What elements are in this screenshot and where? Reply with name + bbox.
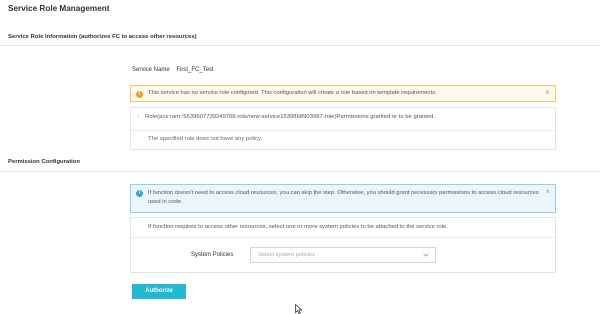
no-policy-text: The specified role does not have any pol… <box>148 136 263 142</box>
skip-step-info: i If function doesn't need to access clo… <box>130 184 556 213</box>
service-name-row: Service Name First_FC_Test <box>132 67 214 73</box>
policy-note: If function requires to access other res… <box>148 224 448 230</box>
mouse-pointer-icon <box>295 304 303 314</box>
page-title: Service Role Management <box>8 4 110 13</box>
chevron-right-icon[interactable]: › <box>137 114 139 120</box>
close-icon[interactable]: × <box>545 187 550 197</box>
system-policies-label: System Policies <box>191 252 234 258</box>
service-name-label: Service Name <box>132 67 170 73</box>
permission-heading: Permission Configuration <box>8 159 81 165</box>
policy-panel-divider <box>131 237 555 238</box>
no-role-warning-text: This service has no service role configu… <box>148 90 437 96</box>
skip-step-info-text: If function doesn't need to access cloud… <box>148 190 539 205</box>
info-circle-icon: i <box>136 189 143 197</box>
system-policies-select[interactable]: Select system policies <box>250 247 436 263</box>
role-info-heading: Service Role Information (authorizes FC … <box>8 34 197 40</box>
role-panel: › Role(acs:ram::5639607739249766:role/ne… <box>130 107 556 150</box>
close-icon[interactable]: × <box>545 88 550 98</box>
role-permissions-text: Role(acs:ram::5639607739249766:role/new-… <box>144 114 436 120</box>
role-info-divider <box>0 45 600 46</box>
permission-divider <box>0 171 600 172</box>
role-expand-row[interactable]: › Role(acs:ram::5639607739249766:role/ne… <box>137 114 435 120</box>
service-name-value: First_FC_Test <box>176 67 214 73</box>
system-policies-placeholder: Select system policies <box>258 252 316 258</box>
no-role-warning: ! This service has no service role confi… <box>130 85 556 102</box>
exclamation-circle-icon: ! <box>136 90 143 98</box>
policy-panel: If function requires to access other res… <box>130 217 556 273</box>
chevron-down-icon[interactable] <box>423 252 429 258</box>
authorize-button[interactable]: Authorize <box>132 284 186 299</box>
role-panel-divider <box>131 130 555 131</box>
